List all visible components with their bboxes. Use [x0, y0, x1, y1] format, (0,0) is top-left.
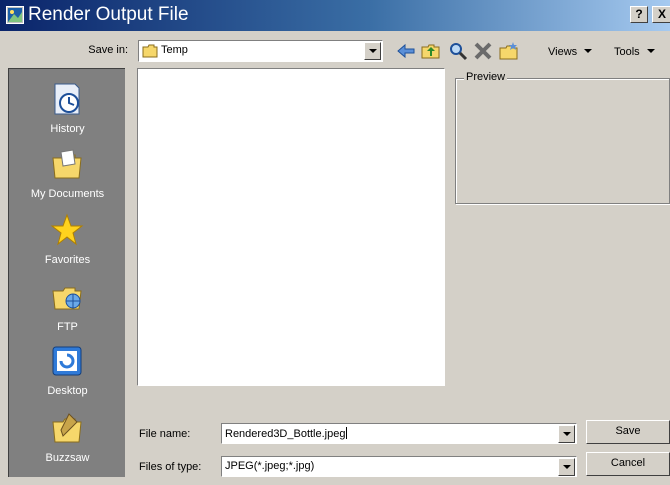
back-arrow-icon[interactable] — [395, 40, 417, 62]
render-output-file-dialog: Render Output File ? X Save in: Temp Vie… — [0, 0, 670, 485]
place-label: My Documents — [30, 188, 105, 200]
views-label: Views — [548, 46, 578, 58]
ftp-icon — [52, 287, 82, 310]
place-history[interactable]: History — [9, 79, 126, 145]
tools-chevron-down-icon — [646, 49, 655, 53]
file-type-dropdown-button[interactable] — [558, 458, 575, 476]
my-documents-icon — [52, 149, 82, 179]
place-buzzsaw[interactable]: Buzzsaw — [9, 408, 126, 474]
preview-label: Preview — [464, 71, 508, 83]
help-button[interactable]: ? — [630, 6, 648, 23]
place-desktop[interactable]: Desktop — [9, 341, 126, 407]
title-bar[interactable]: Render Output File ? X — [0, 0, 670, 31]
preview-panel — [455, 78, 670, 204]
file-name-label: File name: — [139, 428, 191, 440]
place-my-documents[interactable]: My Documents — [9, 144, 126, 210]
up-folder-icon[interactable] — [420, 40, 442, 62]
place-label: Buzzsaw — [45, 452, 90, 464]
buzzsaw-icon — [52, 413, 82, 443]
place-ftp[interactable]: FTP — [9, 277, 126, 343]
file-type-label: Files of type: — [139, 461, 202, 473]
tools-label: Tools — [614, 46, 640, 58]
cancel-button[interactable]: Cancel — [586, 452, 670, 476]
save-in-value: Temp — [161, 44, 188, 56]
save-in-label: Save in: — [88, 44, 128, 56]
place-label: Desktop — [47, 385, 88, 397]
file-list[interactable] — [137, 68, 445, 386]
history-icon — [54, 83, 80, 115]
desktop-icon — [52, 346, 82, 376]
new-folder-icon[interactable] — [498, 40, 520, 62]
places-bar: History My Documents Favorites FTP Deskt… — [8, 68, 125, 477]
place-favorites[interactable]: Favorites — [9, 210, 126, 276]
place-label: Favorites — [44, 254, 91, 266]
folder-icon — [142, 44, 158, 58]
close-button[interactable]: X — [652, 6, 670, 23]
window-title: Render Output File — [28, 4, 189, 25]
favorites-icon — [50, 213, 84, 246]
place-label: FTP — [57, 321, 78, 333]
file-type-select[interactable]: JPEG(*.jpeg;*.jpg) — [221, 456, 577, 477]
app-icon — [6, 6, 24, 24]
place-label: History — [50, 123, 85, 135]
save-in-dropdown[interactable]: Temp — [138, 40, 383, 62]
save-button[interactable]: Save — [586, 420, 670, 444]
save-in-dropdown-button[interactable] — [364, 42, 381, 60]
views-chevron-down-icon — [584, 49, 593, 53]
file-type-value: JPEG(*.jpeg;*.jpg) — [225, 460, 315, 472]
delete-icon[interactable] — [472, 40, 494, 62]
views-menu[interactable]: Views — [548, 46, 593, 58]
search-web-icon[interactable] — [447, 40, 469, 62]
file-name-input[interactable]: Rendered3D_Bottle.jpeg — [221, 423, 577, 444]
file-name-value: Rendered3D_Bottle.jpeg — [225, 427, 348, 440]
file-name-dropdown-button[interactable] — [558, 425, 575, 443]
tools-menu[interactable]: Tools — [614, 46, 655, 58]
